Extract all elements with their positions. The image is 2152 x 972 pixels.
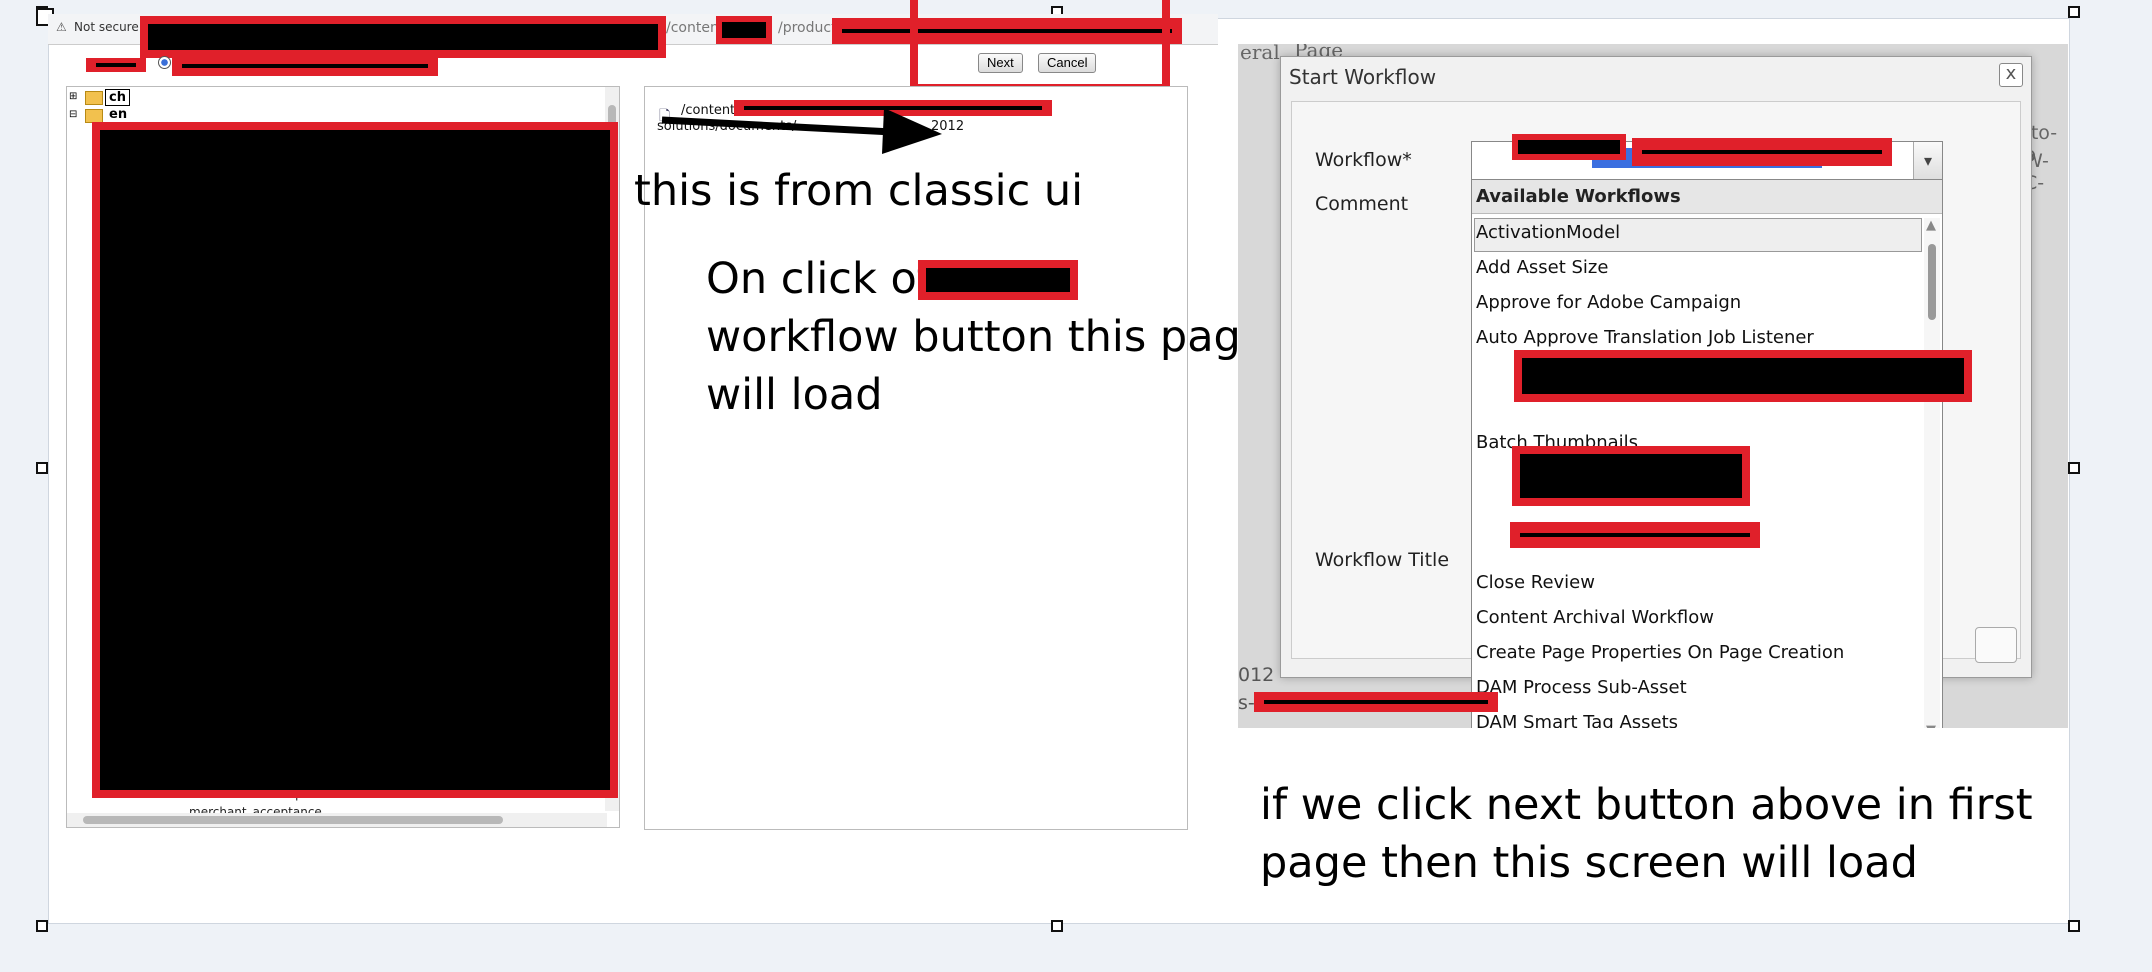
redaction-frame [910,0,1170,92]
scrollbar-thumb[interactable] [83,816,503,824]
list-item[interactable]: Approve for Adobe Campaign [1476,292,1741,313]
horizontal-scrollbar[interactable] [67,813,607,827]
selection-handle[interactable] [36,462,48,474]
list-item[interactable]: Create Page Properties On Page Creation [1476,642,1844,663]
required-mark: * [1402,149,1412,171]
arrow-annotation [661,108,942,154]
scroll-up-icon[interactable]: ▲ [1926,218,1936,233]
annotation-text: workflow button this page [706,312,1268,362]
list-scrollbar[interactable]: ▲ ▼ [1924,218,1940,728]
cancel-button[interactable]: Cancel [1038,53,1097,73]
redacted-radio-label [86,58,146,72]
radio-button[interactable] [158,56,171,69]
collapse-icon[interactable]: ⊟ [69,109,77,120]
scroll-down-icon[interactable]: ▼ [1926,723,1936,728]
not-secure-label: Not secure [74,20,139,34]
annotation-text: this is from classic ui [634,166,1084,216]
folder-icon [85,91,103,105]
scrollbar-thumb[interactable] [1928,244,1936,320]
background-tab-text: eral [1240,44,1280,64]
comment-label: Comment [1315,193,1409,215]
chevron-down-icon[interactable]: ▾ [1913,142,1942,180]
workflow-label: Workflow* [1315,149,1412,171]
close-icon[interactable]: x [1999,63,2023,87]
redacted-url [716,16,772,44]
selection-handle[interactable] [2068,462,2080,474]
tree-item[interactable]: ch [105,89,130,106]
warning-icon: ⚠ [56,20,67,34]
folder-icon [85,109,103,123]
list-item[interactable]: Content Archival Workflow [1476,607,1714,628]
list-header: Available Workflows [1472,180,1942,214]
list-item[interactable]: ActivationModel [1476,222,1620,243]
list-item[interactable]: DAM Smart Tag Assets [1476,712,1678,728]
list-item[interactable]: Add Asset Size [1476,257,1608,278]
redacted-background-text [1254,692,1498,712]
dialog-button[interactable] [1975,627,2017,663]
redacted-radio-label [172,56,438,76]
expand-icon[interactable]: ⊞ [69,91,77,102]
tree-item[interactable]: en [109,107,127,122]
list-item[interactable]: Close Review [1476,572,1595,593]
annotation-text: if we click next button above in first [1260,780,2033,830]
next-button[interactable]: Next [978,53,1023,73]
dialog-title: Start Workflow [1289,65,1437,89]
annotation-text: page then this screen will load [1260,838,1918,888]
redacted-url [140,16,666,58]
redacted-tree-content [92,122,618,798]
redacted-workflow-item [1510,522,1760,548]
selection-handle[interactable] [1051,920,1063,932]
redacted-selected-workflow [1512,134,1626,160]
annotation-text: On click of [706,254,932,304]
selection-handle[interactable] [2068,6,2080,18]
redacted-selected-workflow [1632,138,1892,166]
redacted-workflow-item [1514,350,1972,402]
background-text: s- [1238,692,1255,714]
annotation-text: will load [706,370,883,420]
list-item[interactable]: DAM Process Sub-Asset [1476,677,1687,698]
selection-handle[interactable] [36,920,48,932]
workflow-title-label: Workflow Title [1315,549,1450,571]
redacted-button-name [918,260,1078,300]
list-item[interactable]: Auto Approve Translation Job Listener [1476,327,1814,348]
background-text: 012 [1238,664,1275,686]
selection-handle[interactable] [2068,920,2080,932]
redacted-workflow-item [1512,446,1750,506]
